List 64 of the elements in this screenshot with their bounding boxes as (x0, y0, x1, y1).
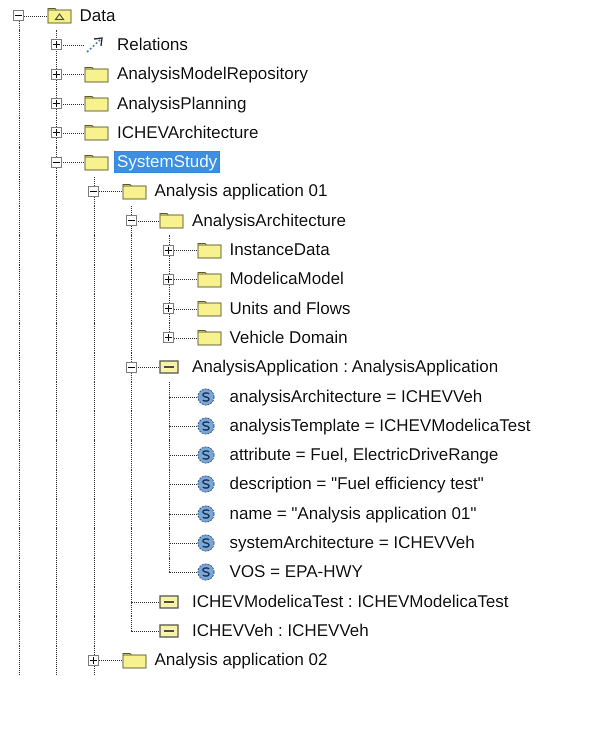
tree-item-label[interactable]: description = "Fuel efficiency test" (226, 473, 487, 496)
expand-button[interactable] (50, 68, 62, 80)
plus-icon (165, 246, 172, 254)
folder-icon (196, 300, 222, 318)
folder-icon (84, 95, 109, 112)
plus-icon (165, 305, 172, 312)
plus-icon (52, 70, 60, 78)
expand-button[interactable] (163, 244, 174, 256)
expand-button[interactable] (50, 127, 62, 138)
expand-button[interactable] (163, 303, 174, 314)
folder-icon (196, 270, 222, 288)
collapse-button[interactable] (126, 362, 137, 373)
folder-icon (84, 154, 109, 171)
tree-item-label[interactable]: name = "Analysis application 01" (226, 502, 480, 525)
tree-item-label[interactable]: systemArchitecture = ICHEVVeh (226, 532, 478, 554)
expand-button[interactable] (163, 332, 174, 344)
tree-item-label[interactable]: ModelicaModel (226, 268, 347, 290)
tree-item-label[interactable]: Analysis application 01 (152, 180, 330, 202)
dotted-arrow-icon (84, 36, 106, 54)
tree-item-label[interactable]: Vehicle Domain (226, 326, 351, 349)
tree-item-label[interactable]: InstanceData (226, 239, 333, 262)
slot-icon (196, 534, 214, 552)
tree-item-label[interactable]: Relations (114, 34, 191, 56)
folder-icon (84, 66, 109, 83)
folder-icon (84, 124, 109, 142)
plus-icon (52, 129, 60, 136)
tree-item-label[interactable]: analysisArchitecture = ICHEVVeh (226, 386, 486, 408)
tree-item-label[interactable]: VOS = EPA-HWY (226, 561, 366, 584)
expand-button[interactable] (50, 39, 62, 50)
tree-item-label[interactable]: Data (76, 4, 118, 27)
tree-item-label[interactable]: attribute = Fuel, ElectricDriveRange (226, 444, 502, 466)
slot-icon (196, 388, 214, 406)
tree-item-label[interactable]: ICHEVModelicaTest : ICHEVModelicaTest (189, 590, 512, 613)
collapse-button[interactable] (13, 10, 24, 22)
folder-icon (122, 182, 146, 200)
tree-item-label[interactable]: AnalysisPlanning (114, 92, 250, 115)
folder-icon (122, 652, 146, 669)
expand-button[interactable] (50, 98, 62, 110)
tree-item-label[interactable]: AnalysisArchitecture (189, 210, 350, 232)
slot-icon (196, 504, 214, 523)
slot-icon (196, 416, 214, 435)
folder-icon (159, 212, 184, 230)
plus-icon (52, 41, 60, 48)
slot-icon (196, 563, 214, 582)
slot-icon (196, 446, 214, 464)
slot-icon (196, 475, 214, 494)
plus-icon (165, 334, 172, 342)
collapse-button[interactable] (50, 156, 62, 168)
tree-item-label[interactable]: analysisTemplate = ICHEVModelicaTest (226, 414, 534, 437)
collapse-button[interactable] (126, 215, 137, 226)
tree-item-label[interactable]: Units and Flows (226, 298, 354, 320)
tree-item-label[interactable]: ICHEVArchitecture (114, 122, 262, 144)
expand-button[interactable] (163, 274, 174, 285)
plus-icon (165, 276, 172, 283)
tree-item-label[interactable]: AnalysisModelRepository (114, 63, 311, 86)
tree-item-label[interactable]: Analysis application 02 (152, 649, 330, 672)
expand-button[interactable] (88, 654, 100, 666)
plus-icon (52, 100, 60, 108)
folder-icon (196, 242, 222, 259)
plus-icon (90, 656, 98, 664)
tree-item-label[interactable]: AnalysisApplication : AnalysisApplication (189, 356, 502, 378)
tree-item-label[interactable]: ICHEVVeh : ICHEVVeh (189, 620, 372, 642)
folder-icon (196, 329, 222, 346)
collapse-button[interactable] (88, 186, 100, 197)
